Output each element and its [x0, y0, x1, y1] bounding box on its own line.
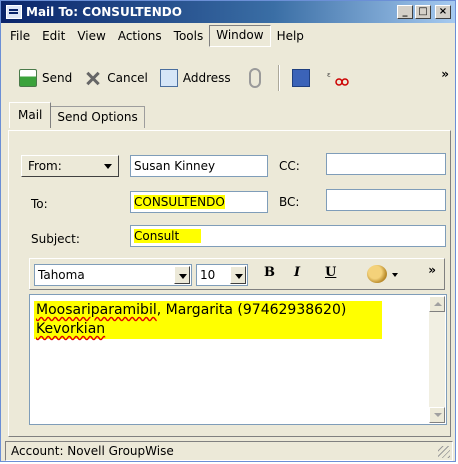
maximize-button[interactable]: □	[415, 5, 431, 19]
misspelled-word: Moosariparamibil	[36, 302, 157, 318]
window-title: Mail To: CONSULTENDO	[26, 5, 182, 19]
menu-window[interactable]: Window	[209, 25, 271, 47]
main-toolbar: Send Cancel Address ᵋ »	[1, 59, 455, 97]
send-icon	[19, 69, 37, 87]
tab-mail[interactable]: Mail	[9, 102, 52, 128]
chevron-down-icon[interactable]	[174, 266, 190, 284]
paperclip-icon	[248, 68, 261, 88]
from-label: From:	[28, 159, 62, 173]
cancel-label: Cancel	[107, 71, 148, 85]
to-field[interactable]: CONSULTENDO	[130, 191, 268, 213]
to-value: CONSULTENDO	[134, 195, 225, 209]
vertical-scrollbar[interactable]	[429, 296, 445, 423]
toolbar-separator	[277, 65, 280, 91]
font-size-select[interactable]: 10	[196, 264, 248, 286]
format-toolbar: Tahoma 10 B I U »	[29, 258, 445, 290]
menu-help[interactable]: Help	[271, 26, 310, 46]
subject-label: Subject:	[31, 232, 80, 246]
cc-field[interactable]	[326, 153, 446, 175]
from-dropdown[interactable]: From:	[21, 155, 119, 177]
menu-file[interactable]: File	[4, 26, 36, 46]
status-account: Account: Novell GroupWise	[11, 444, 174, 458]
title-bar[interactable]: Mail To: CONSULTENDO _ □ ×	[1, 1, 455, 23]
font-size-value: 10	[200, 268, 216, 282]
subject-field[interactable]: Consult	[130, 225, 446, 247]
tab-send-options[interactable]: Send Options	[50, 106, 145, 128]
misspelled-word: Kevorkian	[36, 321, 106, 337]
menu-tools[interactable]: Tools	[168, 26, 210, 46]
resize-grip-icon[interactable]	[438, 446, 450, 458]
minimize-button[interactable]: _	[397, 5, 413, 19]
menu-bar: File Edit View Actions Tools Window Help	[1, 25, 455, 47]
bc-field[interactable]	[326, 189, 446, 211]
bc-label: BC:	[279, 195, 300, 209]
cc-label: CC:	[279, 159, 300, 173]
underline-button[interactable]: U	[325, 265, 336, 280]
italic-button[interactable]: I	[294, 265, 300, 280]
bold-button[interactable]: B	[264, 265, 275, 280]
attach-button[interactable]	[237, 63, 272, 93]
toolbar-overflow-button[interactable]: »	[441, 67, 449, 81]
spell-check-button[interactable]: ᵋ	[321, 63, 356, 93]
send-label: Send	[42, 71, 73, 85]
close-button[interactable]: ×	[435, 5, 451, 19]
from-field[interactable]: Susan Kinney	[130, 155, 268, 177]
font-select[interactable]: Tahoma	[34, 264, 192, 286]
scroll-down-button[interactable]	[429, 407, 445, 423]
message-line1-rest: , Margarita (97462938620)	[156, 302, 347, 318]
send-button[interactable]: Send	[13, 63, 78, 93]
message-body[interactable]: Moosariparamibil, Margarita (97462938620…	[29, 294, 447, 425]
menu-edit[interactable]: Edit	[36, 26, 71, 46]
compose-tabs: Mail Send Options	[9, 102, 145, 128]
chevron-down-icon[interactable]	[230, 266, 246, 284]
font-value: Tahoma	[38, 268, 85, 282]
subject-value: Consult	[134, 229, 202, 243]
message-text: Moosariparamibil, Margarita (97462938620…	[34, 301, 382, 339]
scroll-up-button[interactable]	[429, 296, 445, 312]
svg-text:ᵋ: ᵋ	[327, 70, 331, 83]
format-overflow-button[interactable]: »	[428, 263, 436, 277]
palette-icon[interactable]	[367, 265, 387, 283]
spell-check-icon: ᵋ	[327, 69, 349, 87]
menu-view[interactable]: View	[71, 26, 111, 46]
cancel-button[interactable]: Cancel	[78, 63, 154, 93]
to-label: To:	[31, 197, 48, 211]
chevron-down-icon	[104, 164, 112, 169]
address-label: Address	[182, 71, 231, 85]
save-icon	[291, 69, 310, 87]
message-line: Moosariparamibil, Margarita (97462938620…	[34, 301, 382, 339]
address-book-icon	[159, 69, 178, 87]
status-bar: Account: Novell GroupWise	[5, 441, 453, 461]
mail-app-icon	[6, 5, 22, 19]
mail-compose-window: Mail To: CONSULTENDO _ □ × File Edit Vie…	[0, 0, 456, 462]
chevron-down-icon[interactable]	[392, 273, 398, 277]
save-button[interactable]	[286, 63, 321, 93]
menu-actions[interactable]: Actions	[112, 26, 168, 46]
address-button[interactable]: Address	[154, 63, 237, 93]
cancel-icon	[84, 69, 102, 87]
